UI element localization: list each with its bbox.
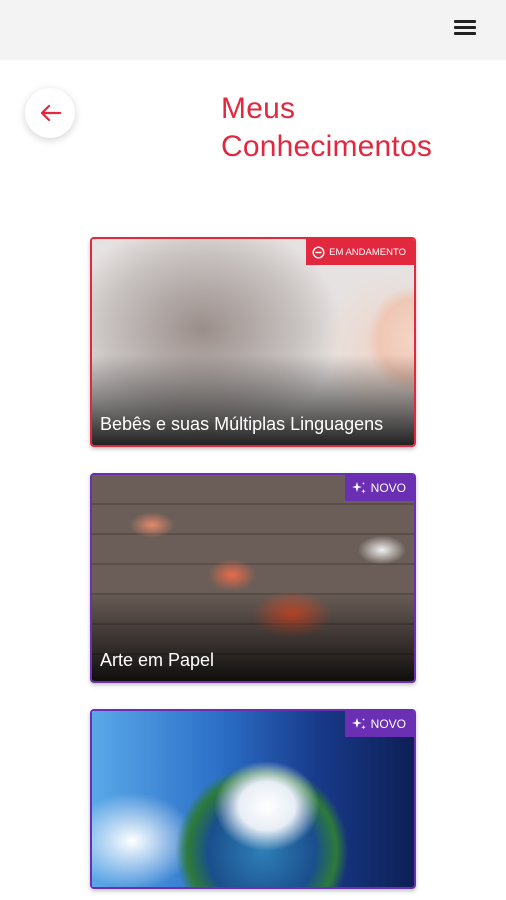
new-badge: NOVO <box>344 475 414 501</box>
course-card-planet[interactable]: NOVO <box>90 709 416 889</box>
page-title-line1: Meus <box>221 92 296 125</box>
page-title-line2: Conhecimentos <box>221 130 433 163</box>
badge-label: NOVO <box>370 717 406 731</box>
badge-label: EM ANDAMENTO <box>329 246 406 258</box>
course-card-arte-em-papel[interactable]: NOVO Arte em Papel <box>90 473 416 683</box>
course-card-bebes[interactable]: EM ANDAMENTO Bebês e suas Múltiplas Ling… <box>90 237 416 447</box>
page-title: Meus Conhecimentos <box>221 90 481 166</box>
in-progress-icon <box>312 245 325 259</box>
course-image-planet <box>92 711 414 887</box>
sparkle-icon <box>351 718 366 730</box>
course-title: Bebês e suas Múltiplas Linguagens <box>100 414 384 434</box>
course-title: Arte em Papel <box>100 650 215 670</box>
badge-label: NOVO <box>370 481 406 495</box>
top-app-bar <box>0 0 506 60</box>
hamburger-menu-icon[interactable] <box>454 18 478 38</box>
sparkle-icon <box>351 482 366 494</box>
arrow-left-icon <box>40 104 61 122</box>
in-progress-badge: EM ANDAMENTO <box>306 239 414 265</box>
new-badge: NOVO <box>344 711 414 737</box>
back-button[interactable] <box>25 88 75 138</box>
